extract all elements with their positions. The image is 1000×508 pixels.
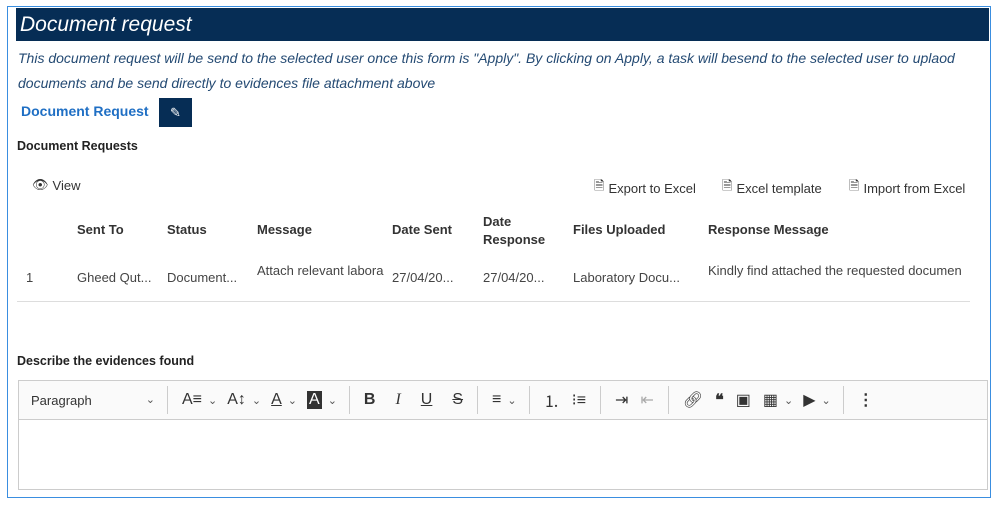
divider bbox=[348, 386, 350, 414]
cell-status: Document... bbox=[167, 270, 238, 285]
row-index: 1 bbox=[26, 270, 34, 285]
chevron-down-icon[interactable]: ⌄ bbox=[288, 394, 297, 407]
table-icon[interactable]: ▦ bbox=[763, 390, 778, 410]
divider bbox=[600, 386, 602, 414]
indent-icon[interactable]: ⇥ bbox=[615, 390, 628, 410]
column-header[interactable]: Date Response bbox=[483, 213, 545, 249]
divider bbox=[842, 386, 844, 414]
font-size-icon[interactable]: A↕ bbox=[227, 391, 246, 409]
bold-icon[interactable]: B bbox=[364, 391, 376, 409]
column-header[interactable]: Response Message bbox=[708, 222, 829, 237]
paragraph-dropdown[interactable]: Paragraph ⌄ bbox=[19, 393, 159, 408]
column-header[interactable]: Status bbox=[167, 222, 207, 237]
view-label: View bbox=[52, 177, 81, 193]
cell-date-response: 27/04/20... bbox=[483, 270, 545, 285]
chevron-down-icon: ⌄ bbox=[145, 393, 155, 406]
excel-template-button[interactable]: 🗎 Excel template bbox=[722, 177, 822, 199]
eye-icon: 👁 bbox=[32, 177, 49, 192]
chevron-down-icon[interactable]: ⌄ bbox=[784, 394, 793, 407]
image-icon[interactable]: ▣ bbox=[736, 390, 751, 410]
blockquote-icon[interactable]: ❝ bbox=[715, 390, 724, 410]
excel-icon: 🗎 bbox=[849, 178, 860, 193]
cell-files-uploaded: Laboratory Docu... bbox=[573, 270, 680, 285]
chevron-down-icon[interactable]: ⌄ bbox=[507, 394, 516, 407]
paragraph-label: Paragraph bbox=[31, 392, 92, 408]
evidence-label: Describe the evidences found bbox=[17, 354, 195, 368]
divider bbox=[477, 386, 479, 414]
export-excel-button[interactable]: 🗎 Export to Excel bbox=[594, 177, 696, 199]
font-color-icon[interactable]: A bbox=[271, 391, 282, 409]
link-icon[interactable]: 🔗︎ bbox=[683, 390, 703, 410]
chevron-down-icon[interactable]: ⌄ bbox=[252, 394, 261, 407]
document-request-link[interactable]: Document Request bbox=[21, 103, 149, 119]
evidence-editor[interactable] bbox=[18, 420, 988, 490]
cell-sent-to: Gheed Qut... bbox=[77, 270, 152, 285]
excel-icon: 🗎 bbox=[722, 178, 733, 193]
outdent-icon[interactable]: ⇤ bbox=[640, 390, 653, 410]
template-label: Excel template bbox=[736, 180, 822, 196]
edit-icon: ✎ bbox=[170, 104, 181, 120]
cell-message: Attach relevant labora bbox=[257, 263, 384, 278]
divider bbox=[167, 386, 168, 414]
media-icon[interactable]: ▶ bbox=[803, 390, 815, 410]
cell-response-message: Kindly find attached the requested docum… bbox=[708, 263, 962, 278]
editor-toolbar: Paragraph ⌄ A≡ ⌄ A↕ ⌄ A ⌄ A ⌄ B I U S ≡ ⌄ ⒈ ⁝≡… bbox=[18, 380, 988, 420]
align-icon[interactable]: ≡ bbox=[492, 391, 501, 409]
column-header[interactable]: Files Uploaded bbox=[573, 222, 665, 237]
import-excel-button[interactable]: 🗎 Import from Excel bbox=[849, 177, 965, 199]
description-text: This document request will be send to th… bbox=[18, 50, 955, 91]
background-color-icon[interactable]: A bbox=[307, 391, 322, 409]
edit-button[interactable]: ✎ bbox=[159, 98, 192, 127]
strikethrough-icon[interactable]: S bbox=[452, 391, 463, 409]
chevron-down-icon[interactable]: ⌄ bbox=[822, 394, 831, 407]
divider bbox=[528, 386, 530, 414]
more-options-icon[interactable]: ⋮ bbox=[858, 390, 874, 410]
underline-icon[interactable]: U bbox=[421, 391, 433, 409]
divider bbox=[667, 386, 669, 414]
row-divider bbox=[17, 301, 970, 302]
bulleted-list-icon[interactable]: ⁝≡ bbox=[572, 390, 586, 410]
excel-icon: 🗎 bbox=[594, 178, 605, 193]
chevron-down-icon[interactable]: ⌄ bbox=[328, 394, 337, 407]
column-header[interactable]: Message bbox=[257, 222, 312, 237]
numbered-list-icon[interactable]: ⒈ bbox=[544, 388, 560, 412]
chevron-down-icon[interactable]: ⌄ bbox=[208, 394, 217, 407]
export-label: Export to Excel bbox=[608, 180, 696, 196]
column-header[interactable]: Sent To bbox=[77, 222, 124, 237]
cell-date-sent: 27/04/20... bbox=[392, 270, 454, 285]
page-title: Document request bbox=[16, 8, 989, 41]
font-family-icon[interactable]: A≡ bbox=[182, 391, 202, 409]
section-title: Document Requests bbox=[17, 139, 138, 153]
view-button[interactable]: 👁 View bbox=[32, 177, 80, 193]
italic-icon[interactable]: I bbox=[395, 391, 400, 409]
column-header[interactable]: Date Sent bbox=[392, 222, 452, 237]
import-label: Import from Excel bbox=[863, 180, 966, 196]
